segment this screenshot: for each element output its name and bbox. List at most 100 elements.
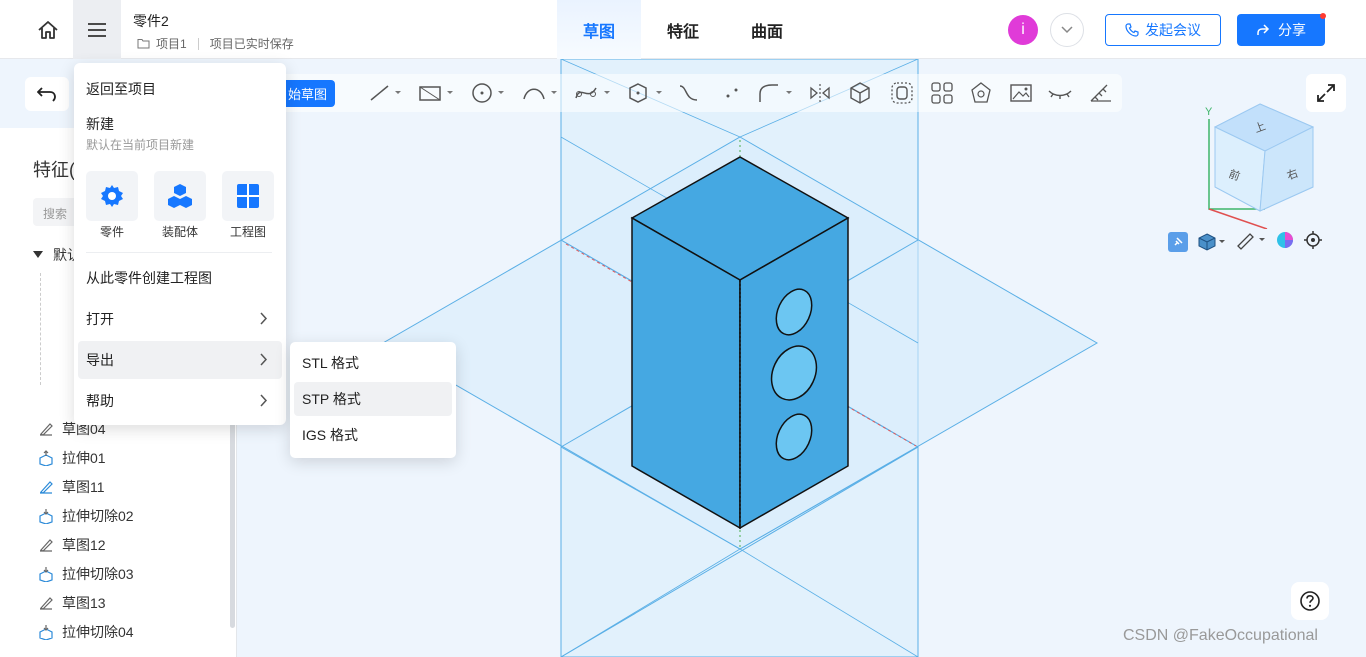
tree-item-extrude-cut02[interactable]: 拉伸切除02: [37, 504, 134, 528]
hamburger-icon: [88, 22, 106, 37]
tree-guide-line: [40, 273, 41, 385]
project-link[interactable]: 项目1: [156, 35, 187, 52]
shaded-cube-icon: [1198, 233, 1225, 251]
top-bar: 零件2 项目1 项目已实时保存 草图 特征 曲面 i 发起会议 分享: [0, 0, 1366, 59]
point-tool[interactable]: [720, 77, 744, 109]
tree-item-label: 草图12: [62, 537, 106, 553]
watermark: CSDN @FakeOccupational: [1123, 627, 1318, 644]
spline-icon: [575, 87, 610, 99]
new-part-label: 零件: [99, 225, 124, 239]
view-cube[interactable]: Y 上 前 右: [1195, 99, 1325, 230]
export-stl[interactable]: STL 格式: [294, 346, 452, 380]
tree-item-sketch13[interactable]: 草图13: [37, 591, 106, 615]
tree-item-sketch12[interactable]: 草图12: [37, 533, 106, 557]
menu-open[interactable]: 打开: [78, 300, 282, 338]
file-menu: 返回至项目 新建 默认在当前项目新建 零件 装配体 工程图 从此零件创建工程图 …: [74, 63, 286, 425]
tree-item-label: 草图13: [62, 595, 106, 611]
user-dropdown-button[interactable]: [1050, 13, 1084, 47]
share-button[interactable]: 分享: [1237, 14, 1325, 46]
chevron-right-icon: [260, 394, 268, 407]
tree-item-extrude-cut04[interactable]: 拉伸切除04: [37, 620, 134, 644]
panel-title: 特征(: [33, 160, 75, 180]
offset-tool[interactable]: [888, 77, 916, 109]
phone-icon: [1125, 23, 1139, 37]
image-icon: [1010, 84, 1032, 102]
help-button[interactable]: [1291, 582, 1329, 620]
export-stp[interactable]: STP 格式: [294, 382, 452, 416]
ruler-icon: [1237, 232, 1265, 250]
offset-icon: [891, 82, 913, 104]
rectangle-icon: [419, 86, 453, 101]
view-cube-graphic: Y 上 前 右: [1205, 103, 1315, 230]
image-tool[interactable]: [1007, 77, 1035, 109]
menu-back-to-project[interactable]: 返回至项目: [86, 79, 156, 99]
circular-pattern-tool[interactable]: [967, 77, 995, 109]
display-mode-button[interactable]: [1198, 232, 1226, 252]
hide-tool[interactable]: [1046, 77, 1074, 109]
undo-icon: [37, 87, 56, 102]
fillet-tool[interactable]: [754, 77, 796, 109]
avatar[interactable]: i: [1008, 15, 1038, 45]
tab-feature[interactable]: 特征: [641, 0, 725, 59]
save-status: 项目已实时保存: [209, 37, 294, 51]
polygon-icon: [629, 83, 662, 103]
mirror-icon: [810, 84, 830, 102]
extrude-cut-icon: [38, 625, 53, 640]
drawing-icon: [237, 184, 259, 208]
cube-icon: [850, 82, 870, 104]
start-meeting-button[interactable]: 发起会议: [1105, 14, 1221, 46]
menu-export-label: 导出: [86, 352, 114, 368]
center-view-button[interactable]: [1304, 230, 1322, 254]
line-tool[interactable]: [366, 77, 406, 109]
start-sketch-button[interactable]: 始草图: [280, 80, 335, 107]
new-assembly-label: 装配体: [161, 225, 198, 239]
document-breadcrumb: 项目1 项目已实时保存: [137, 35, 294, 52]
view-tools: [1168, 227, 1322, 257]
chevron-right-icon: [260, 312, 268, 325]
chevron-right-icon: [260, 353, 268, 366]
curve-icon: [679, 85, 698, 101]
tab-surface[interactable]: 曲面: [725, 0, 809, 59]
spline-tool[interactable]: [572, 77, 614, 109]
arc-tool[interactable]: [520, 77, 560, 109]
menu-help[interactable]: 帮助: [78, 382, 282, 420]
new-drawing-label: 工程图: [229, 225, 266, 239]
share-icon: [1257, 24, 1270, 35]
target-icon: [1304, 230, 1322, 249]
menu-create-drawing[interactable]: 从此零件创建工程图: [78, 259, 282, 297]
tree-item-extrude-cut03[interactable]: 拉伸切除03: [37, 562, 134, 586]
mirror-tool[interactable]: [806, 77, 834, 109]
menu-new[interactable]: 新建: [86, 114, 114, 134]
tree-item-extrude01[interactable]: 拉伸01: [37, 446, 106, 470]
menu-export[interactable]: 导出: [78, 341, 282, 379]
tab-sketch[interactable]: 草图: [557, 0, 641, 59]
mode-tabs: 草图 特征 曲面: [557, 0, 809, 59]
divider: [197, 37, 199, 50]
polygon-tool[interactable]: [624, 77, 666, 109]
main-menu-button[interactable]: [73, 0, 121, 59]
question-icon: [1300, 591, 1320, 611]
measure-view-button[interactable]: [1236, 230, 1266, 255]
circle-tool[interactable]: [468, 77, 508, 109]
pattern-tool[interactable]: [928, 77, 956, 109]
curve-tool[interactable]: [676, 77, 702, 109]
notification-dot: [1320, 13, 1326, 19]
pin-button[interactable]: [1168, 232, 1188, 252]
measure-tool[interactable]: [1087, 77, 1115, 109]
tree-item-sketch11[interactable]: 草图11: [37, 475, 105, 499]
sketch-icon: [39, 539, 53, 552]
rectangle-tool[interactable]: [416, 77, 456, 109]
line-icon: [370, 85, 401, 101]
circle-icon: [472, 83, 504, 103]
color-button[interactable]: [1276, 231, 1294, 254]
undo-button[interactable]: [25, 77, 69, 111]
cube-tool[interactable]: [846, 77, 874, 109]
document-title[interactable]: 零件2: [133, 11, 169, 31]
new-assembly-card[interactable]: [154, 171, 206, 221]
new-part-card[interactable]: [86, 171, 138, 221]
home-button[interactable]: [28, 11, 68, 49]
export-igs[interactable]: IGS 格式: [294, 418, 452, 452]
new-drawing-card[interactable]: [222, 171, 274, 221]
pattern-icon: [931, 82, 953, 104]
gear-icon: [101, 185, 123, 207]
